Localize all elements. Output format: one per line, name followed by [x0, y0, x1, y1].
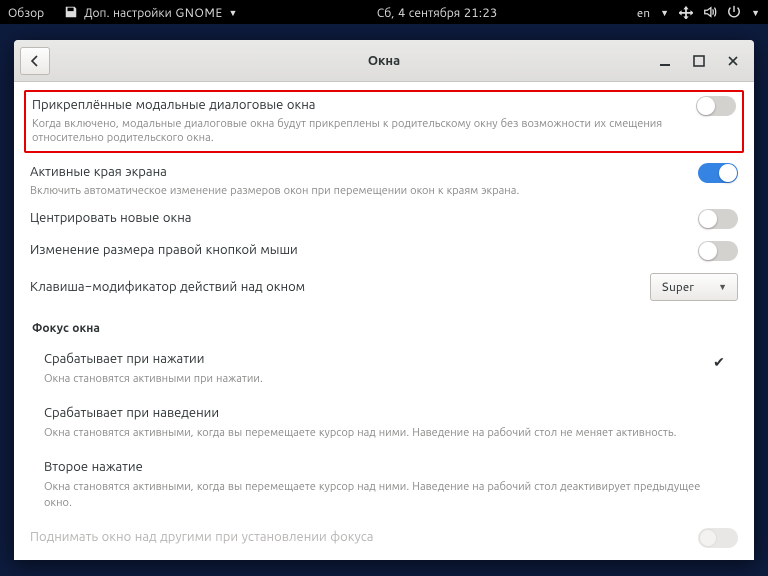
- power-icon[interactable]: [727, 5, 741, 19]
- chevron-left-icon: [29, 55, 41, 67]
- switch-edge-tiling[interactable]: [698, 163, 738, 183]
- maximize-button[interactable]: [690, 52, 708, 70]
- close-button[interactable]: [724, 52, 742, 70]
- back-button[interactable]: [20, 47, 50, 75]
- combo-value: Super: [661, 278, 694, 295]
- switch-center-windows[interactable]: [698, 209, 738, 229]
- row-edge-tiling: Активные края экрана Включить автоматиче…: [30, 159, 738, 205]
- focus-option-hover[interactable]: Срабатывает при наведении Окна становятс…: [30, 396, 738, 450]
- tweaks-window: Окна Прикреплённые модальные диалоговые …: [14, 40, 754, 560]
- volume-icon[interactable]: [703, 5, 717, 19]
- row-title: Изменение размера правой кнопкой мыши: [30, 241, 686, 259]
- modifier-combo[interactable]: Super ▼: [650, 273, 738, 301]
- option-title: Второе нажатие: [44, 458, 710, 476]
- row-title: Прикреплённые модальные диалоговые окна: [32, 96, 684, 114]
- row-center-windows: Центрировать новые окна: [30, 205, 738, 237]
- keyboard-layout[interactable]: en: [637, 4, 650, 21]
- row-subtitle: Когда включено, модальные диалоговые окн…: [32, 116, 684, 145]
- activities-button[interactable]: Обзор: [8, 4, 44, 21]
- chevron-down-icon: ▼: [751, 6, 760, 19]
- row-title: Центрировать новые окна: [30, 209, 686, 227]
- row-attached-modal: Прикреплённые модальные диалоговые окна …: [24, 90, 744, 153]
- content-area: Прикреплённые модальные диалоговые окна …: [14, 82, 754, 560]
- app-title[interactable]: Доп. настройки GNOME: [84, 4, 222, 21]
- section-focus: Фокус окна: [32, 319, 738, 336]
- switch-rmb-resize[interactable]: [698, 241, 738, 261]
- row-subtitle: Включить автоматическое изменение размер…: [30, 183, 686, 197]
- minimize-button[interactable]: [656, 52, 674, 70]
- top-panel: Обзор Доп. настройки GNOME ▼ Сб, 4 сентя…: [0, 0, 768, 24]
- row-window-modifier: Клавиша-модификатор действий над окном S…: [30, 269, 738, 309]
- chevron-down-icon: ▼: [660, 6, 669, 19]
- focus-option-second-click[interactable]: Второе нажатие Окна становятся активными…: [30, 450, 738, 520]
- option-subtitle: Окна становятся активными при нажатии.: [44, 370, 710, 386]
- switch-raise-on-focus: [698, 528, 738, 548]
- focus-option-click[interactable]: Срабатывает при нажатии Окна становятся …: [30, 342, 738, 396]
- row-title: Активные края экрана: [30, 163, 686, 181]
- row-rmb-resize: Изменение размера правой кнопкой мыши: [30, 237, 738, 269]
- row-raise-on-focus: Поднимать окно над другими при установле…: [30, 524, 738, 556]
- save-icon: [64, 5, 78, 19]
- check-icon: ✔: [710, 352, 728, 372]
- focus-options: Срабатывает при нажатии Окна становятся …: [30, 342, 738, 520]
- switch-attached-modal[interactable]: [696, 96, 736, 116]
- window-title: Окна: [14, 52, 754, 70]
- chevron-down-icon: ▼: [718, 280, 727, 293]
- option-title: Срабатывает при наведении: [44, 404, 710, 422]
- chevron-down-icon: ▼: [228, 6, 237, 19]
- headerbar: Окна: [14, 40, 754, 82]
- clock[interactable]: Сб, 4 сентября 21:23: [237, 4, 636, 21]
- row-title: Клавиша-модификатор действий над окном: [30, 278, 638, 296]
- option-subtitle: Окна становятся активными, когда вы пере…: [44, 478, 710, 510]
- row-title: Поднимать окно над другими при установле…: [30, 528, 686, 546]
- network-icon[interactable]: [679, 5, 693, 19]
- option-title: Срабатывает при нажатии: [44, 350, 710, 368]
- option-subtitle: Окна становятся активными, когда вы пере…: [44, 424, 710, 440]
